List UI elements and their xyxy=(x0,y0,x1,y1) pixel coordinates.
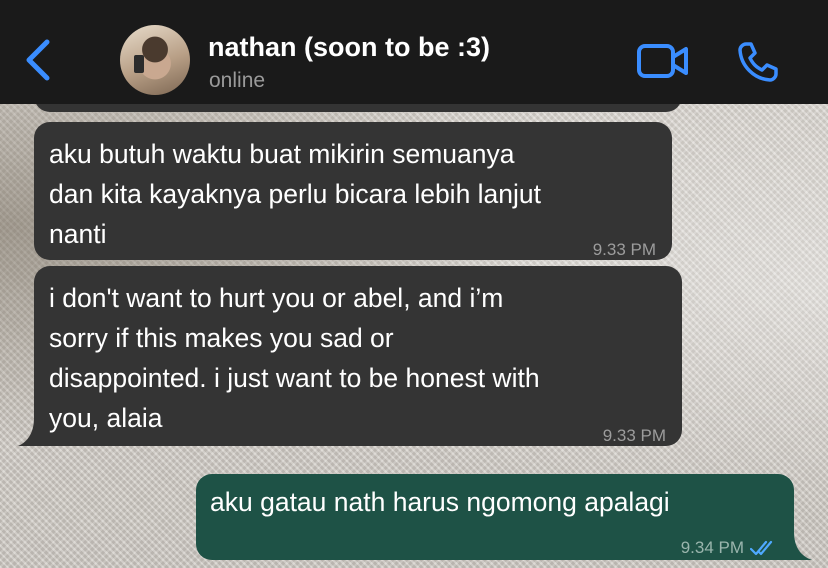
contact-status: online xyxy=(209,69,266,92)
message-timestamp: 9.33 PM xyxy=(592,240,656,259)
video-call-button[interactable] xyxy=(636,43,690,84)
message-text-line: i don't want to hurt you or abel, and i’… xyxy=(49,283,504,313)
message-text-line: sorry if this makes you sad or xyxy=(49,323,394,353)
message-timestamp: 9.33 PM xyxy=(602,426,666,445)
message-bubble-incoming[interactable]: aku butuh waktu buat mikirin semuanya da… xyxy=(34,122,672,260)
bubble-tail-incoming xyxy=(18,418,40,446)
bubble-tail-outgoing xyxy=(788,532,812,560)
message-text-line: dan kita kayaknya perlu bicara lebih lan… xyxy=(49,179,542,209)
phone-icon xyxy=(738,42,778,82)
chat-header: nathan (soon to be :3) online xyxy=(0,0,828,104)
contact-name[interactable]: nathan (soon to be :3) xyxy=(208,32,490,63)
double-check-icon xyxy=(750,540,773,556)
video-camera-icon xyxy=(637,44,688,78)
avatar[interactable] xyxy=(120,25,190,95)
message-time: 9.33 PM xyxy=(593,230,656,270)
message-bubble-incoming[interactable]: i don't want to hurt you or abel, and i’… xyxy=(34,266,682,446)
avatar-photo-detail xyxy=(134,55,144,73)
message-text-line: nanti xyxy=(49,219,107,249)
message-time: 9.34 PM xyxy=(681,528,776,568)
message-text-line: you, alaia xyxy=(49,403,163,433)
message-text-line: aku butuh waktu buat mikirin semuanya xyxy=(49,139,515,169)
voice-call-button[interactable] xyxy=(736,40,780,89)
message-text-line: disappointed. i just want to be honest w… xyxy=(49,363,540,393)
message-time: 9.33 PM xyxy=(603,416,666,456)
chevron-left-icon xyxy=(26,39,50,81)
message-bubble-outgoing[interactable]: aku gatau nath harus ngomong apalagi 9.3… xyxy=(196,474,794,560)
back-button[interactable] xyxy=(18,36,58,84)
message-text-line: aku gatau nath harus ngomong apalagi xyxy=(210,487,670,517)
message-timestamp: 9.34 PM xyxy=(680,538,744,557)
